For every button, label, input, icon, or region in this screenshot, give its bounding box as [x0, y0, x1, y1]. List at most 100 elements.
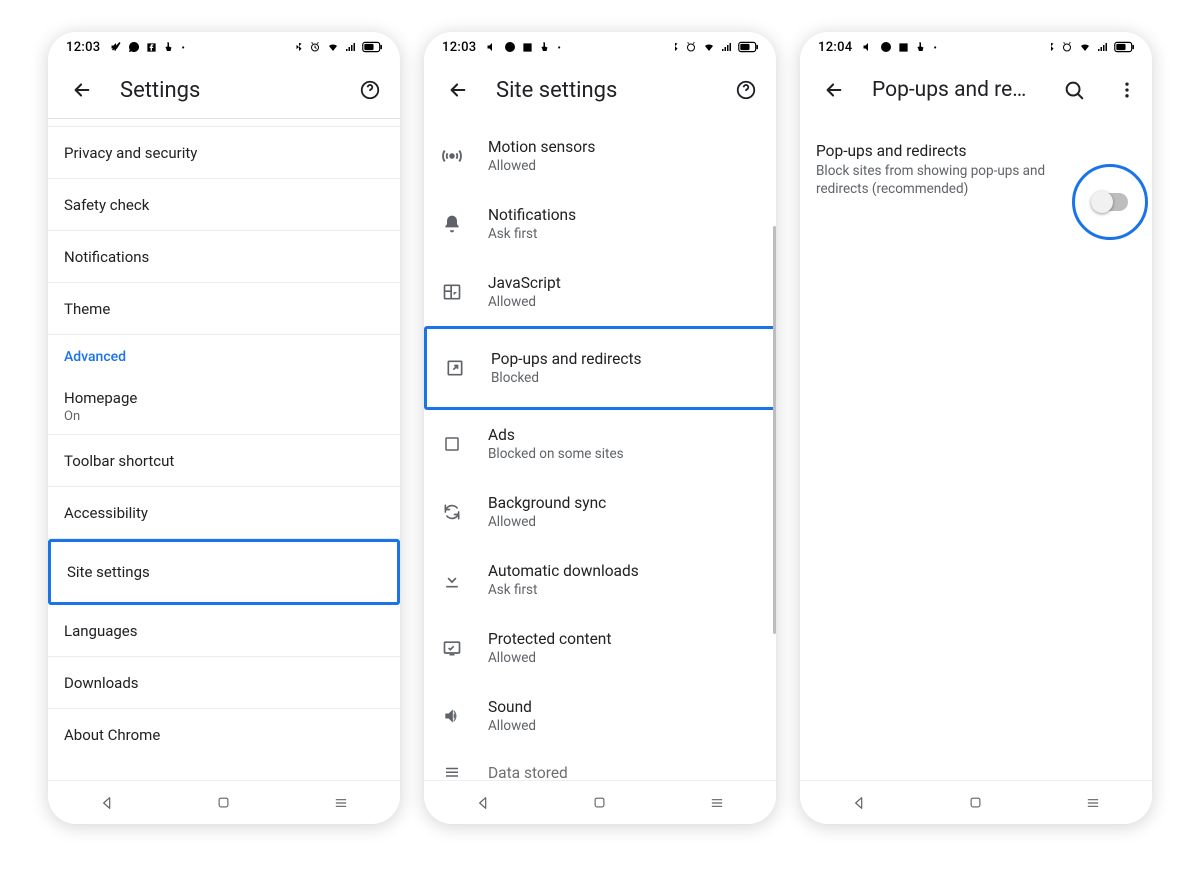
- row-safety-check[interactable]: Safety check: [48, 179, 400, 231]
- alarm-icon: [1061, 41, 1073, 53]
- whatsapp-icon: [880, 41, 892, 53]
- nav-recent[interactable]: [1073, 783, 1113, 823]
- ads-icon: [438, 435, 466, 453]
- bluetooth-icon: [1046, 41, 1056, 53]
- nav-bar: [424, 780, 776, 824]
- bluetooth-icon: [294, 41, 304, 53]
- row-languages[interactable]: Languages: [48, 605, 400, 657]
- alarm-icon: [685, 41, 697, 53]
- help-button[interactable]: [350, 70, 390, 110]
- popup-icon: [441, 358, 469, 378]
- back-button[interactable]: [814, 70, 854, 110]
- row-accessibility[interactable]: Accessibility: [48, 487, 400, 539]
- advanced-header: Advanced: [48, 335, 400, 379]
- status-time: 12:03: [442, 40, 476, 55]
- app-bar: Pop-ups and redir...: [800, 62, 1152, 118]
- page-title: Pop-ups and redir...: [872, 78, 1036, 102]
- page-title: Settings: [120, 78, 332, 103]
- status-time: 12:03: [66, 40, 100, 55]
- row-about-chrome[interactable]: About Chrome: [48, 709, 400, 761]
- touch-icon: [915, 41, 927, 53]
- signal-icon: [345, 41, 357, 53]
- row-motion-sensors[interactable]: Motion sensorsAllowed: [424, 122, 776, 190]
- phone-site-settings: 12:03 Site settings Motion sensorsAllow: [424, 32, 776, 824]
- row-privacy-security[interactable]: Privacy and security: [48, 127, 400, 179]
- alarm-icon: [309, 41, 321, 53]
- nav-home[interactable]: [956, 783, 996, 823]
- row-popups-redirects[interactable]: Pop-ups and redirectsBlocked: [424, 326, 776, 410]
- more-notifications-dot: [181, 40, 184, 55]
- app-bar: Settings: [48, 62, 400, 118]
- mute-icon: [110, 41, 122, 53]
- row-data-stored[interactable]: Data stored: [424, 750, 776, 780]
- touch-icon: [163, 41, 175, 53]
- js-icon: [438, 282, 466, 302]
- status-bar: 12:04: [800, 32, 1152, 62]
- status-time: 12:04: [818, 40, 852, 55]
- protected-icon: [438, 638, 466, 658]
- page-title: Site settings: [496, 78, 708, 103]
- nav-back[interactable]: [839, 783, 879, 823]
- row-sound[interactable]: SoundAllowed: [424, 682, 776, 750]
- wifi-icon: [702, 41, 716, 53]
- nav-bar: [800, 780, 1152, 824]
- data-icon: [438, 767, 466, 779]
- app-bar: Site settings: [424, 62, 776, 118]
- nav-back[interactable]: [463, 783, 503, 823]
- popup-toggle[interactable]: [1092, 193, 1128, 211]
- bell-icon: [438, 214, 466, 234]
- row-toolbar-shortcut[interactable]: Toolbar shortcut: [48, 435, 400, 487]
- facebook-icon: [898, 42, 909, 53]
- battery-icon: [738, 41, 758, 53]
- more-notifications-dot: [557, 40, 560, 55]
- row-homepage[interactable]: Homepage On: [48, 379, 400, 435]
- row-downloads[interactable]: Downloads: [48, 657, 400, 709]
- whatsapp-icon: [128, 41, 140, 53]
- back-button[interactable]: [438, 70, 478, 110]
- facebook-icon: [522, 42, 533, 53]
- scroll-indicator: [773, 226, 776, 634]
- nav-home[interactable]: [580, 783, 620, 823]
- row-background-sync[interactable]: Background syncAllowed: [424, 478, 776, 546]
- bluetooth-icon: [670, 41, 680, 53]
- nav-recent[interactable]: [697, 783, 737, 823]
- row-automatic-downloads[interactable]: Automatic downloadsAsk first: [424, 546, 776, 614]
- nav-bar: [48, 780, 400, 824]
- wifi-icon: [1078, 41, 1092, 53]
- phone-popups-redirects: 12:04 Pop-ups and redir...: [800, 32, 1152, 824]
- popup-title: Pop-ups and redirects: [816, 142, 1064, 160]
- battery-icon: [362, 41, 382, 53]
- popup-desc: Block sites from showing pop-ups and red…: [816, 162, 1064, 198]
- status-bar: 12:03: [424, 32, 776, 62]
- help-button[interactable]: [726, 70, 766, 110]
- nav-recent[interactable]: [321, 783, 361, 823]
- row-notifications[interactable]: NotificationsAsk first: [424, 190, 776, 258]
- phone-settings: 12:03 Settings Privacy and security Safe…: [48, 32, 400, 824]
- mute-icon: [862, 41, 874, 53]
- row-javascript[interactable]: JavaScriptAllowed: [424, 258, 776, 326]
- row-site-settings[interactable]: Site settings: [48, 539, 400, 605]
- row-theme[interactable]: Theme: [48, 283, 400, 335]
- whatsapp-icon: [504, 41, 516, 53]
- toggle-highlight: [1072, 164, 1148, 240]
- touch-icon: [539, 41, 551, 53]
- sensors-icon: [438, 145, 466, 167]
- wifi-icon: [326, 41, 340, 53]
- sound-icon: [438, 706, 466, 726]
- back-button[interactable]: [62, 70, 102, 110]
- signal-icon: [1097, 41, 1109, 53]
- nav-back[interactable]: [87, 783, 127, 823]
- row-ads[interactable]: AdsBlocked on some sites: [424, 410, 776, 478]
- sync-icon: [438, 502, 466, 522]
- download-icon: [438, 570, 466, 590]
- row-notifications[interactable]: Notifications: [48, 231, 400, 283]
- nav-home[interactable]: [204, 783, 244, 823]
- signal-icon: [721, 41, 733, 53]
- row-protected-content[interactable]: Protected contentAllowed: [424, 614, 776, 682]
- status-bar: 12:03: [48, 32, 400, 62]
- settings-list: Privacy and security Safety check Notifi…: [48, 118, 400, 780]
- overflow-menu-button[interactable]: [1112, 70, 1142, 110]
- facebook-icon: [146, 42, 157, 53]
- search-button[interactable]: [1054, 70, 1094, 110]
- mute-icon: [486, 41, 498, 53]
